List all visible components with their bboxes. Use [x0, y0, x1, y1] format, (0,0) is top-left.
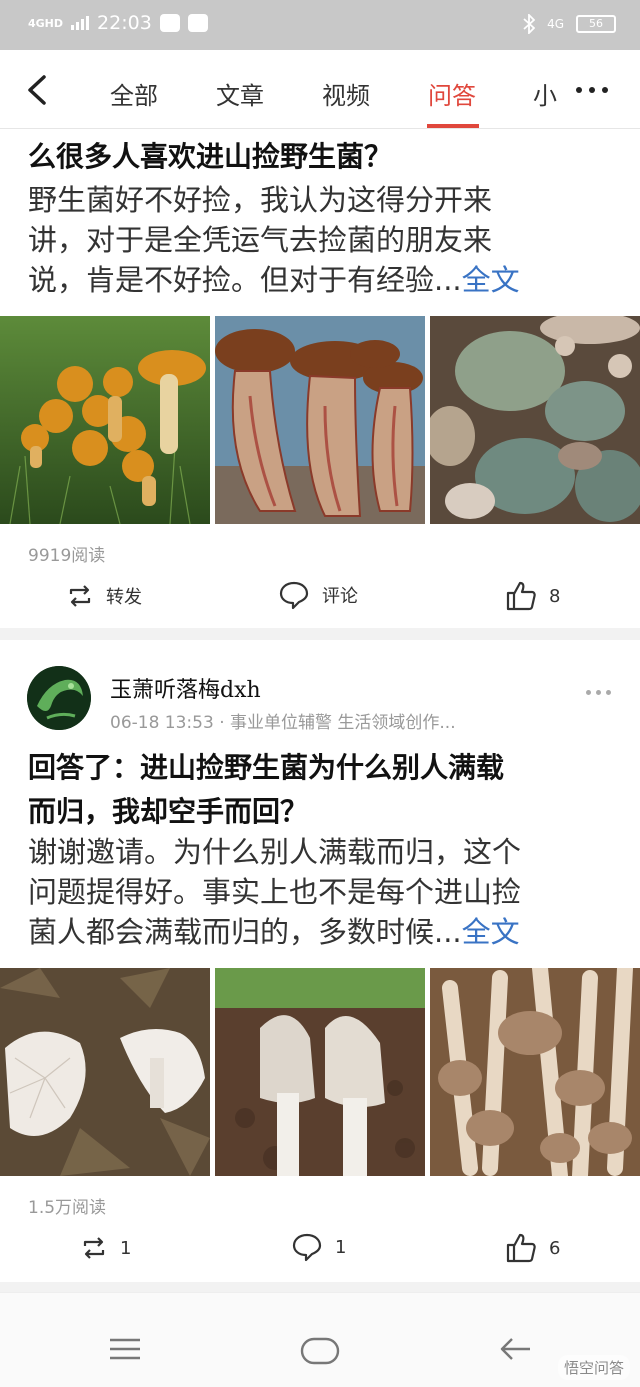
top-nav: 全部 文章 视频 问答 小 — [0, 50, 640, 129]
comment-label: 评论 — [322, 586, 358, 607]
battery-icon: 56 — [576, 15, 616, 33]
image-row — [0, 316, 640, 524]
post-excerpt[interactable]: 野生菌好不好捡，我认为这得分开来 讲，对于是全凭运气去捡菌的朋友来 说，肯是不好… — [28, 180, 618, 300]
avatar[interactable] — [27, 666, 91, 730]
network-4g: 4G — [547, 17, 564, 31]
status-bar: 4GHD 22:03 4G 56 — [0, 0, 640, 50]
mushroom-image-6[interactable] — [430, 968, 640, 1176]
tab-videos[interactable]: 视频 — [322, 76, 370, 111]
post-meta: 06-18 13:53 · 事业单位辅警 生活领域创作... — [110, 713, 456, 733]
mushroom-image-1[interactable] — [0, 316, 210, 524]
signal-icon — [71, 16, 90, 30]
mushroom-image-4[interactable] — [0, 968, 210, 1176]
comment-count: 1 — [335, 1236, 347, 1258]
like-button[interactable]: 8 — [505, 580, 560, 612]
like-count: 8 — [549, 585, 561, 607]
excerpt-line: 野生菌好不好捡，我认为这得分开来 — [28, 183, 493, 217]
excerpt-line: 菌人都会满载而归的，多数时候...全文 — [28, 915, 520, 949]
post-more-icon[interactable] — [586, 690, 611, 695]
comment-button[interactable]: 1 — [291, 1232, 346, 1262]
watermark: 悟空问答 — [557, 1355, 630, 1380]
back-arrow-icon[interactable] — [498, 1335, 532, 1363]
mushroom-image-3[interactable] — [430, 316, 640, 524]
notification-bag-icon — [187, 14, 208, 32]
bluetooth-icon — [523, 14, 536, 34]
excerpt-line: 问题提得好。事实上也不是每个进山捡 — [28, 875, 522, 909]
status-time: 22:03 — [97, 12, 152, 34]
repost-count: 1 — [120, 1237, 132, 1259]
like-count: 6 — [549, 1237, 561, 1259]
post-title[interactable]: 回答了：进山捡野生菌为什么别人满载 而归，我却空手而回？ — [28, 746, 618, 834]
system-nav-bar — [0, 1292, 640, 1387]
repost-button[interactable]: 1 — [80, 1235, 131, 1261]
tab-mini[interactable]: 小 — [533, 76, 557, 111]
repost-icon — [69, 585, 91, 607]
notification-app-icon — [159, 14, 180, 32]
thumbs-up-icon — [506, 1233, 536, 1263]
excerpt-line: 说，肯是不好捡。但对于有经验...全文 — [28, 263, 520, 297]
card-divider — [0, 628, 640, 640]
comment-icon — [279, 581, 309, 610]
repost-icon — [83, 1237, 105, 1259]
home-icon[interactable] — [300, 1337, 340, 1365]
tab-qa[interactable]: 问答 — [428, 76, 476, 111]
post-card[interactable] — [0, 640, 640, 1282]
repost-button[interactable]: 转发 — [66, 583, 142, 609]
more-dots-icon[interactable] — [576, 87, 608, 93]
mushroom-image-5[interactable] — [215, 968, 425, 1176]
excerpt-line: 讲，对于是全凭运气去捡菌的朋友来 — [28, 223, 493, 257]
full-text-link[interactable]: 全文 — [462, 915, 520, 949]
repost-label: 转发 — [106, 587, 142, 608]
post-excerpt[interactable]: 谢谢邀请。为什么别人满载而归，这个 问题提得好。事实上也不是每个进山捡 菌人都会… — [28, 832, 618, 952]
back-chevron-icon[interactable] — [20, 72, 56, 108]
like-button[interactable]: 6 — [505, 1232, 560, 1264]
author-name[interactable]: 玉萧听落梅dxh — [110, 672, 261, 704]
active-tab-indicator — [427, 124, 479, 128]
mushroom-image-2[interactable] — [215, 316, 425, 524]
title-line: 而归，我却空手而回？ — [28, 795, 309, 828]
network-indicator: 4GHD — [28, 16, 64, 30]
full-text-link[interactable]: 全文 — [462, 263, 520, 297]
tab-all[interactable]: 全部 — [110, 76, 158, 111]
title-line: 回答了：进山捡野生菌为什么别人满载 — [28, 751, 505, 784]
menu-icon[interactable] — [108, 1337, 142, 1361]
read-count: 9919阅读 — [28, 546, 106, 566]
tab-articles[interactable]: 文章 — [216, 76, 264, 111]
post-title[interactable]: 么很多人喜欢进山捡野生菌？ — [28, 135, 618, 179]
excerpt-line: 谢谢邀请。为什么别人满载而归，这个 — [28, 835, 522, 869]
image-row — [0, 968, 640, 1176]
comment-icon — [292, 1233, 322, 1262]
thumbs-up-icon — [506, 581, 536, 611]
read-count: 1.5万阅读 — [28, 1198, 107, 1218]
comment-button[interactable]: 评论 — [278, 580, 358, 610]
